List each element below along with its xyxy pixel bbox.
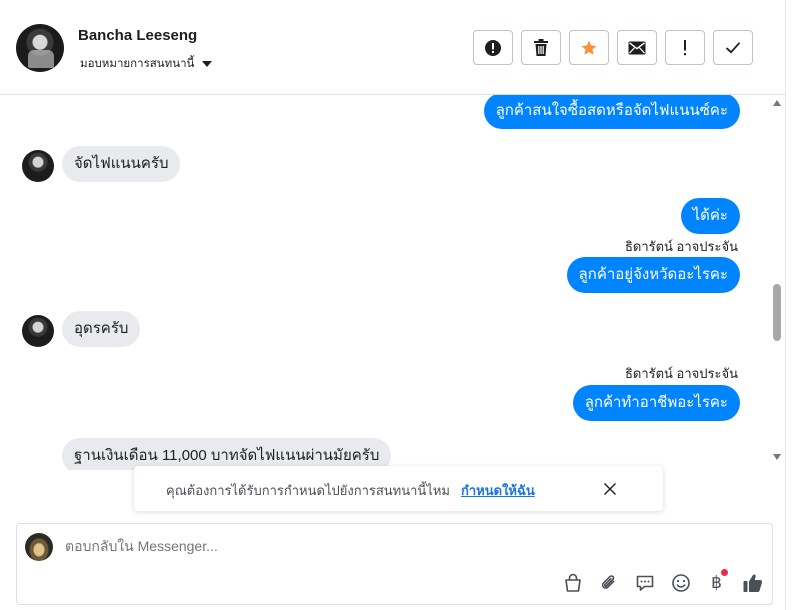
delete-button[interactable] <box>521 30 561 65</box>
sender-name: ธิดารัตน์ อาจประจัน <box>624 239 738 254</box>
contact-avatar-small <box>22 150 54 182</box>
outgoing-message[interactable]: ลูกค้าสนใจซื้อสดหรือจัดไฟแนนซ์คะ <box>483 95 740 129</box>
baht-payment-icon: ฿ <box>711 572 722 593</box>
reply-composer: ฿ <box>16 523 773 605</box>
conversation-header: Bancha Leeseng มอบหมายการสนทนานี้ <box>0 0 786 95</box>
payment-button[interactable]: ฿ <box>705 569 728 594</box>
assign-label: มอบหมายการสนทนานี้ <box>80 58 195 70</box>
scroll-down-arrow-icon[interactable] <box>773 454 781 460</box>
assign-to-me-link[interactable]: กำหนดให้ฉัน <box>461 480 535 501</box>
thread-scrollbar[interactable] <box>770 95 786 470</box>
page-avatar <box>25 533 53 561</box>
checkmark-icon <box>725 42 741 54</box>
attach-file-button[interactable] <box>597 571 620 594</box>
spam-button[interactable] <box>473 30 513 65</box>
composer-tools: ฿ <box>561 569 764 594</box>
incoming-message[interactable]: จัดไฟแนนครับ <box>62 146 181 182</box>
sender-name: ธิดารัตน์ อาจประจัน <box>624 366 738 381</box>
contact-name[interactable]: Bancha Leeseng <box>78 27 197 44</box>
caret-down-icon <box>202 61 213 67</box>
outgoing-message[interactable]: ลูกค้าอยู่จังหวัดอะไรคะ <box>566 257 740 293</box>
mark-unread-button[interactable] <box>617 30 657 65</box>
scrollbar-thumb[interactable] <box>773 284 781 341</box>
exclamation-icon <box>684 39 686 55</box>
done-button[interactable] <box>713 30 753 65</box>
thumbs-up-icon <box>743 574 762 592</box>
close-icon[interactable] <box>602 481 618 497</box>
contact-avatar[interactable] <box>16 24 64 72</box>
emoji-icon <box>671 573 690 592</box>
shopping-bag-button[interactable] <box>561 571 584 594</box>
emoji-button[interactable] <box>669 571 692 594</box>
paperclip-icon <box>601 574 614 589</box>
saved-replies-button[interactable] <box>633 571 656 594</box>
reply-input[interactable] <box>65 538 585 554</box>
outgoing-message[interactable]: ลูกค้าทำอาชีพอะไรคะ <box>572 385 740 421</box>
like-button[interactable] <box>741 571 764 594</box>
outgoing-message[interactable]: ได้ค่ะ <box>680 198 740 234</box>
messenger-conversation-panel: Bancha Leeseng มอบหมายการสนทนานี้ ลูกค้า… <box>0 0 786 610</box>
trash-icon <box>534 39 548 56</box>
conversation-toolbar <box>473 30 753 65</box>
assign-notice-banner: คุณต้องการได้รับการกำหนดไปยังการสนทนานี้… <box>134 466 663 511</box>
follow-up-button[interactable] <box>665 30 705 65</box>
star-button[interactable] <box>569 30 609 65</box>
assign-conversation-dropdown[interactable]: มอบหมายการสนทนานี้ <box>80 55 213 73</box>
contact-avatar-small <box>22 315 54 347</box>
notification-dot <box>721 569 728 576</box>
assign-notice-text: คุณต้องการได้รับการกำหนดไปยังการสนทนานี้… <box>166 483 450 498</box>
message-thread[interactable]: ลูกค้าสนใจซื้อสดหรือจัดไฟแนนซ์คะ จัดไฟแน… <box>0 95 786 470</box>
envelope-icon <box>628 41 646 54</box>
scroll-up-arrow-icon[interactable] <box>773 100 781 106</box>
shopping-bag-icon <box>564 573 581 592</box>
saved-reply-icon <box>636 575 653 591</box>
star-icon <box>581 40 597 55</box>
exclamation-circle-icon <box>485 39 501 56</box>
incoming-message[interactable]: อุดรครับ <box>62 311 141 347</box>
